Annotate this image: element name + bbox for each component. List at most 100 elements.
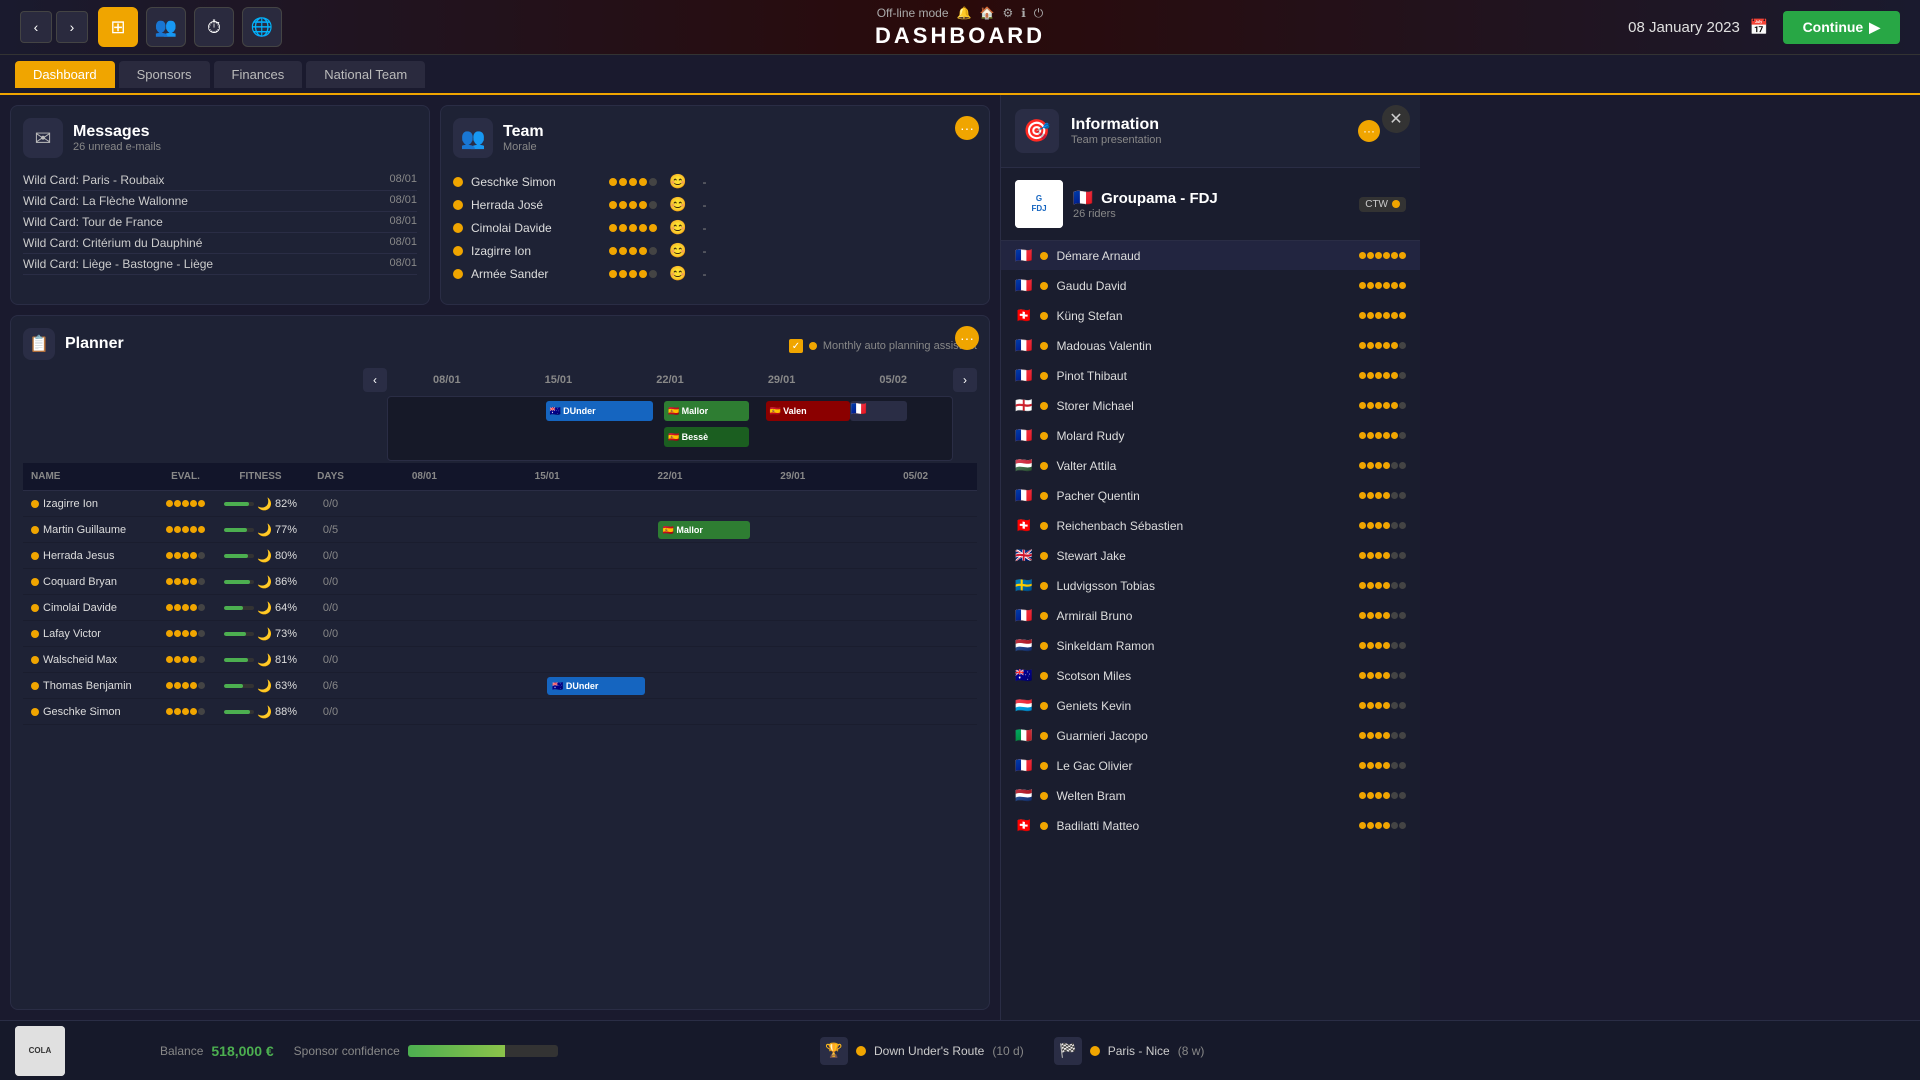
- rider-name: Sinkeldam Ramon: [1056, 639, 1351, 653]
- settings-icon[interactable]: ⚙: [1002, 6, 1013, 20]
- rider-status-dot: [1040, 732, 1048, 740]
- info-rider-row[interactable]: 🇫🇷 Gaudu David: [1001, 271, 1420, 301]
- globe-nav-button[interactable]: 🌐: [242, 7, 282, 47]
- cal-prev-button[interactable]: ‹: [363, 368, 387, 392]
- messages-icon: ✉: [23, 118, 63, 158]
- cal-date-3: 22/01: [614, 374, 726, 386]
- rider-rating: [1359, 522, 1406, 529]
- left-panel: ✉ Messages 26 unread e-mails Wild Card: …: [0, 95, 1000, 1020]
- cal-row: 🇦🇺 DUnder: [363, 673, 977, 699]
- rider-flag: 🇱🇺: [1015, 697, 1032, 714]
- messages-title: Messages: [73, 123, 161, 141]
- info-rider-row[interactable]: 🇫🇷 Molard Rudy: [1001, 421, 1420, 451]
- rider-rating: [1359, 702, 1406, 709]
- info-icon[interactable]: ℹ: [1021, 6, 1026, 20]
- info-rider-row[interactable]: 🇳🇱 Sinkeldam Ramon: [1001, 631, 1420, 661]
- rider-flag: 🇦🇺: [1015, 667, 1032, 684]
- tab-dashboard[interactable]: Dashboard: [15, 61, 115, 88]
- rider-flag: 🇨🇭: [1015, 307, 1032, 324]
- info-rider-row[interactable]: 🇫🇷 Madouas Valentin: [1001, 331, 1420, 361]
- balance-label: Balance: [160, 1044, 203, 1058]
- cal-date-5: 05/02: [837, 374, 949, 386]
- cal-row: 🇪🇸 Mallor: [363, 517, 977, 543]
- info-rider-row[interactable]: 🇭🇺 Valter Attila: [1001, 451, 1420, 481]
- rider-name: Molard Rudy: [1056, 429, 1351, 443]
- rider-status-dot: [1040, 402, 1048, 410]
- info-rider-row[interactable]: 🇮🇹 Guarnieri Jacopo: [1001, 721, 1420, 751]
- rider-rating: [1359, 762, 1406, 769]
- rider-status-dot: [1040, 582, 1048, 590]
- planner-row: Cimolai Davide 🌙 64% 0/0: [23, 595, 363, 621]
- rider-rating: [1359, 432, 1406, 439]
- planner-row: Izagirre Ion 🌙 82% 0/0: [23, 491, 363, 517]
- messages-panel: ✉ Messages 26 unread e-mails Wild Card: …: [10, 105, 430, 305]
- planner-names-col: NAME EVAL. FITNESS DAYS Izagirre Ion 🌙 8…: [23, 463, 363, 997]
- rider-status-dot: [1040, 792, 1048, 800]
- rider-rating: [1359, 822, 1406, 829]
- nav-forward-button[interactable]: ›: [56, 11, 88, 43]
- info-rider-row[interactable]: 🇨🇭 Reichenbach Sébastien: [1001, 511, 1420, 541]
- planner-row: Geschke Simon 🌙 88% 0/0: [23, 699, 363, 725]
- info-rider-row[interactable]: 🇱🇺 Geniets Kevin: [1001, 691, 1420, 721]
- rider-status-dot: [1040, 342, 1048, 350]
- rider-rating: [1359, 792, 1406, 799]
- cal-row: [363, 621, 977, 647]
- rider-rating: [1359, 402, 1406, 409]
- info-rider-row[interactable]: 🇦🇺 Scotson Miles: [1001, 661, 1420, 691]
- rider-flag: 🇫🇷: [1015, 247, 1032, 264]
- planner-menu-button[interactable]: ···: [955, 326, 979, 350]
- bottom-right: 🏆 Down Under's Route (10 d) 🏁 Paris - Ni…: [800, 1037, 1920, 1065]
- tab-finances[interactable]: Finances: [214, 61, 303, 88]
- info-rider-row[interactable]: 🇨🇭 Badilatti Matteo: [1001, 811, 1420, 841]
- nav-back-button[interactable]: ‹: [20, 11, 52, 43]
- tab-national-team[interactable]: National Team: [306, 61, 425, 88]
- team-menu-button[interactable]: ···: [955, 116, 979, 140]
- race-flag-top: 🇫🇷: [850, 401, 906, 421]
- rider-rating: [1359, 282, 1406, 289]
- tab-sponsors[interactable]: Sponsors: [119, 61, 210, 88]
- rider-status-dot: [1040, 822, 1048, 830]
- rider-rating: [1359, 582, 1406, 589]
- info-rider-row[interactable]: 🇫🇷 Pinot Thibaut: [1001, 361, 1420, 391]
- message-row[interactable]: Wild Card: Paris - Roubaix08/01: [23, 170, 417, 191]
- races-nav-button[interactable]: ⏱: [194, 7, 234, 47]
- message-row[interactable]: Wild Card: Liège - Bastogne - Liège08/01: [23, 254, 417, 275]
- dashboard-nav-button[interactable]: ⊞: [98, 7, 138, 47]
- continue-button[interactable]: Continue ▶: [1783, 11, 1900, 44]
- auto-planning-label: Monthly auto planning assistant: [823, 340, 977, 352]
- calendar-icon[interactable]: 📅: [1750, 18, 1769, 36]
- info-rider-row[interactable]: 🇳🇱 Welten Bram: [1001, 781, 1420, 811]
- rider-flag: 🇫🇷: [1015, 607, 1032, 624]
- info-rider-row[interactable]: 🇨🇭 Küng Stefan: [1001, 301, 1420, 331]
- rider-rating: [1359, 342, 1406, 349]
- info-rider-row[interactable]: 🏴󠁧󠁢󠁥󠁮󠁧󠁿 Storer Michael: [1001, 391, 1420, 421]
- bell-icon[interactable]: 🔔: [957, 6, 972, 20]
- info-rider-row[interactable]: 🇫🇷 Armirail Bruno: [1001, 601, 1420, 631]
- info-rider-row[interactable]: 🇸🇪 Ludvigsson Tobias: [1001, 571, 1420, 601]
- message-row[interactable]: Wild Card: Tour de France08/01: [23, 212, 417, 233]
- team-logo: GFDJ: [1015, 180, 1063, 228]
- info-rider-row[interactable]: 🇫🇷 Démare Arnaud: [1001, 241, 1420, 271]
- message-row[interactable]: Wild Card: Critérium du Dauphiné08/01: [23, 233, 417, 254]
- info-rider-row[interactable]: 🇬🇧 Stewart Jake: [1001, 541, 1420, 571]
- info-close-button[interactable]: ✕: [1382, 105, 1410, 133]
- rider-name: Le Gac Olivier: [1056, 759, 1351, 773]
- power-icon[interactable]: ⏻: [1034, 6, 1044, 21]
- cal-next-button[interactable]: ›: [953, 368, 977, 392]
- rider-rating: [1359, 642, 1406, 649]
- rider-name: Küng Stefan: [1056, 309, 1351, 323]
- rider-flag: 🇫🇷: [1015, 427, 1032, 444]
- rider-rating: [1359, 492, 1406, 499]
- rider-name: Pinot Thibaut: [1056, 369, 1351, 383]
- rider-flag: 🇮🇹: [1015, 727, 1032, 744]
- home-icon[interactable]: 🏠: [979, 6, 994, 20]
- message-row[interactable]: Wild Card: La Flèche Wallonne08/01: [23, 191, 417, 212]
- info-menu-button[interactable]: ···: [1358, 120, 1380, 142]
- rider-flag: 🇨🇭: [1015, 817, 1032, 834]
- info-rider-row[interactable]: 🇫🇷 Pacher Quentin: [1001, 481, 1420, 511]
- info-rider-row[interactable]: 🇫🇷 Le Gac Olivier: [1001, 751, 1420, 781]
- riders-nav-button[interactable]: 👥: [146, 7, 186, 47]
- messages-list: Wild Card: Paris - Roubaix08/01Wild Card…: [23, 170, 417, 275]
- auto-planning-checkbox[interactable]: ✓: [789, 339, 803, 353]
- sponsor-label: Sponsor confidence: [294, 1044, 400, 1058]
